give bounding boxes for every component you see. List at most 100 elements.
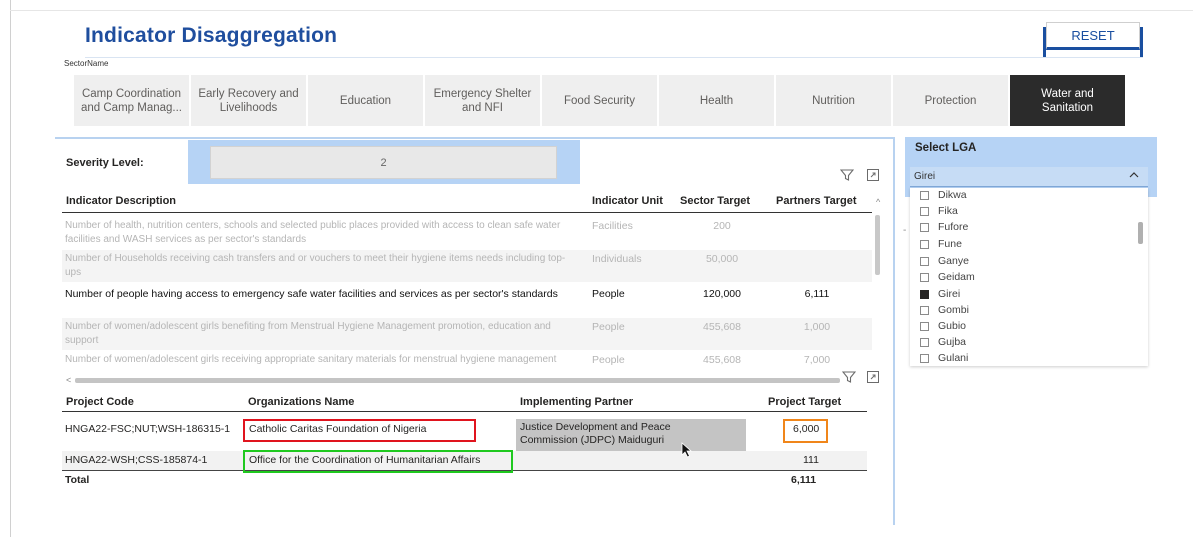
canvas-left-border	[10, 0, 11, 537]
lga-option-dikwa[interactable]: Dikwa	[920, 188, 967, 202]
sector-water-sanitation[interactable]: Water and Sanitation	[1010, 75, 1125, 126]
checkbox[interactable]	[920, 337, 929, 347]
lga-option-gujba[interactable]: Gujba	[920, 335, 966, 349]
indicator-vertical-scroll-thumb[interactable]	[875, 215, 880, 275]
lga-option-fika[interactable]: Fika	[920, 204, 958, 218]
focus-mode-icon[interactable]	[866, 168, 880, 184]
sector-slicer-label: SectorName	[64, 59, 109, 68]
lga-option-ganye[interactable]: Ganye	[920, 254, 969, 268]
mouse-cursor-icon	[681, 442, 693, 458]
sector-health[interactable]: Health	[659, 75, 774, 126]
sector-target-cell: 455,608	[703, 354, 741, 366]
lga-dropdown-value: Girei	[914, 171, 936, 182]
filter-icon[interactable]	[839, 168, 855, 184]
checkbox[interactable]	[920, 353, 929, 363]
highlight-box-green	[243, 450, 513, 473]
severity-label: Severity Level:	[66, 157, 144, 169]
project-code-cell: HNGA22-WSH;CSS-185874-1	[65, 454, 208, 466]
sector-target-cell: 120,000	[703, 288, 741, 300]
project-target-cell: 111	[803, 454, 819, 466]
col-header-implementing-partner[interactable]: Implementing Partner	[520, 396, 633, 408]
checkbox-checked[interactable]	[920, 289, 929, 299]
scroll-left-icon[interactable]: <	[66, 375, 71, 385]
indicator-description-cell: Number of Households receiving cash tran…	[65, 253, 566, 278]
checkbox[interactable]	[920, 272, 929, 282]
lga-list-scrollbar[interactable]	[1138, 222, 1143, 244]
sector-nutrition[interactable]: Nutrition	[776, 75, 891, 126]
indicator-description-cell: Number of people having access to emerge…	[65, 288, 558, 300]
total-value: 6,111	[791, 474, 817, 486]
partners-target-cell: 7,000	[803, 354, 831, 366]
indicator-unit-cell: People	[592, 354, 625, 366]
page-title: Indicator Disaggregation	[85, 24, 338, 47]
table-row[interactable]: Number of women/adolescent girls receivi…	[62, 351, 872, 373]
severity-value: 2	[210, 146, 557, 179]
checkbox[interactable]	[920, 305, 929, 315]
lga-option-gulani[interactable]: Gulani	[920, 351, 968, 365]
sector-target-cell: 455,608	[703, 321, 741, 333]
table-row[interactable]: Number of women/adolescent girls benefit…	[62, 318, 872, 350]
indicator-description-cell: Number of health, nutrition centers, sch…	[65, 220, 561, 245]
indicator-unit-cell: People	[592, 288, 625, 300]
checkbox[interactable]	[920, 206, 929, 216]
col-header-partners-target[interactable]: Partners Target	[776, 195, 857, 207]
col-header-project-target[interactable]: Project Target	[768, 396, 841, 408]
sector-emergency-shelter[interactable]: Emergency Shelter and NFI	[425, 75, 540, 126]
table-row[interactable]: Number of health, nutrition centers, sch…	[62, 217, 872, 249]
title-divider	[85, 57, 1143, 58]
indicator-description-cell: Number of women/adolescent girls benefit…	[65, 321, 551, 346]
reset-button[interactable]: RESET	[1046, 22, 1140, 50]
lga-slicer-title: Select LGA	[915, 142, 977, 154]
panel-divider	[893, 137, 895, 525]
indicator-unit-cell: Facilities	[592, 220, 633, 232]
collapse-dash: -	[903, 225, 907, 236]
partners-target-cell: 1,000	[803, 321, 831, 333]
checkbox[interactable]	[920, 190, 929, 200]
col-header-sector-target[interactable]: Sector Target	[680, 195, 750, 207]
indicator-header-rule	[62, 212, 872, 213]
sector-slicer: Camp Coordination and Camp Manag... Earl…	[74, 75, 1125, 126]
canvas-top-border	[10, 10, 1193, 11]
project-header-rule	[62, 411, 867, 412]
sector-protection[interactable]: Protection	[893, 75, 1008, 126]
sector-education[interactable]: Education	[308, 75, 423, 126]
chevron-up-icon[interactable]	[1128, 169, 1140, 184]
lga-option-geidam[interactable]: Geidam	[920, 270, 975, 284]
sector-food-security[interactable]: Food Security	[542, 75, 657, 126]
col-header-organizations-name[interactable]: Organizations Name	[248, 396, 354, 408]
implementing-partner-cell: Justice Development and Peace Commission…	[520, 421, 671, 446]
sector-early-recovery[interactable]: Early Recovery and Livelihoods	[191, 75, 306, 126]
highlight-box-orange	[783, 419, 828, 443]
sector-target-cell: 200	[713, 220, 731, 232]
visual-top-border	[55, 137, 893, 139]
checkbox[interactable]	[920, 239, 929, 249]
highlight-box-red	[243, 419, 476, 442]
indicator-unit-cell: People	[592, 321, 625, 333]
indicator-description-cell: Number of women/adolescent girls receivi…	[65, 354, 557, 365]
lga-options-list: Dikwa Fika Fufore Fune Ganye Geidam Gire…	[910, 188, 1148, 366]
checkbox[interactable]	[920, 256, 929, 266]
focus-mode-icon[interactable]	[866, 370, 880, 386]
total-row: Total 6,111	[62, 471, 867, 491]
sector-camp-coordination[interactable]: Camp Coordination and Camp Manag...	[74, 75, 189, 126]
total-label: Total	[65, 474, 90, 486]
project-code-cell: HNGA22-FSC;NUT;WSH-186315-1	[65, 423, 231, 435]
checkbox[interactable]	[920, 321, 929, 331]
lga-option-gombi[interactable]: Gombi	[920, 303, 969, 317]
lga-option-fune[interactable]: Fune	[920, 237, 962, 251]
filter-icon[interactable]	[841, 370, 857, 386]
lga-option-gubio[interactable]: Gubio	[920, 319, 966, 333]
lga-option-fufore[interactable]: Fufore	[920, 220, 968, 234]
col-header-indicator-description[interactable]: Indicator Description	[66, 195, 176, 207]
checkbox[interactable]	[920, 222, 929, 232]
indicator-unit-cell: Individuals	[592, 253, 642, 265]
table-row-selected[interactable]: Number of people having access to emerge…	[62, 285, 872, 319]
indicator-horizontal-scrollbar[interactable]	[75, 378, 840, 383]
col-header-indicator-unit[interactable]: Indicator Unit	[592, 195, 663, 207]
lga-option-girei[interactable]: Girei	[920, 287, 960, 301]
table-row[interactable]: Number of Households receiving cash tran…	[62, 250, 872, 282]
col-header-project-code[interactable]: Project Code	[66, 396, 134, 408]
partners-target-cell: 6,111	[804, 288, 830, 300]
sector-target-cell: 50,000	[705, 253, 739, 265]
lga-dropdown[interactable]: Girei	[910, 167, 1148, 187]
